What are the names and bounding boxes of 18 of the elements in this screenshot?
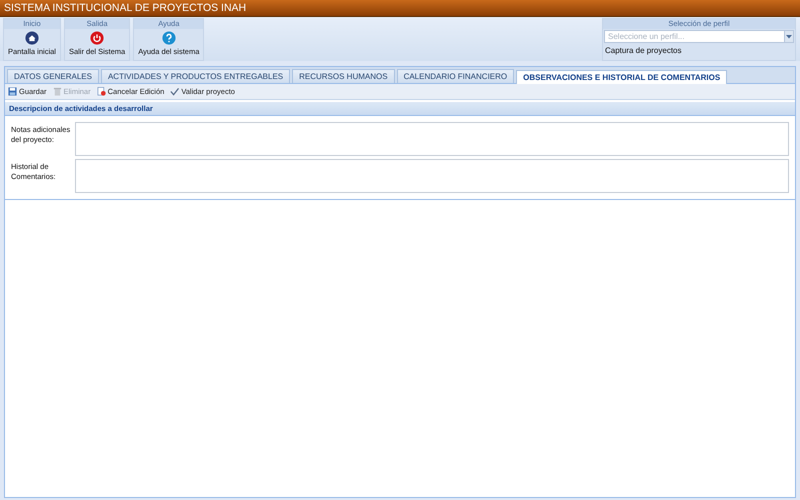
power-icon xyxy=(90,31,104,45)
text-area[interactable] xyxy=(75,122,789,156)
tab[interactable]: DATOS GENERALES xyxy=(7,69,99,83)
current-profile-label: Captura de proyectos xyxy=(604,45,682,57)
tab[interactable]: RECURSOS HUMANOS xyxy=(292,69,395,83)
dropdown-arrow-button[interactable] xyxy=(784,30,794,43)
tab[interactable]: OBSERVACIONES E HISTORIAL DE COMENTARIOS xyxy=(516,70,728,84)
trash-icon xyxy=(52,87,62,96)
profile-select-field[interactable]: Seleccione un perfil... xyxy=(604,30,784,43)
checkmark-icon xyxy=(170,87,180,96)
document-cancel-icon xyxy=(96,87,106,96)
window-title: SISTEMA INSTITUCIONAL DE PROYECTOS INAH xyxy=(0,0,800,17)
help-icon xyxy=(162,31,176,45)
caret-icon xyxy=(786,34,792,38)
tab[interactable]: ACTIVIDADES Y PRODUCTOS ENTREGABLES xyxy=(100,69,290,83)
tab[interactable]: CALENDARIO FINANCIERO xyxy=(396,69,514,83)
text-area[interactable] xyxy=(75,159,789,193)
house-icon xyxy=(24,31,39,45)
